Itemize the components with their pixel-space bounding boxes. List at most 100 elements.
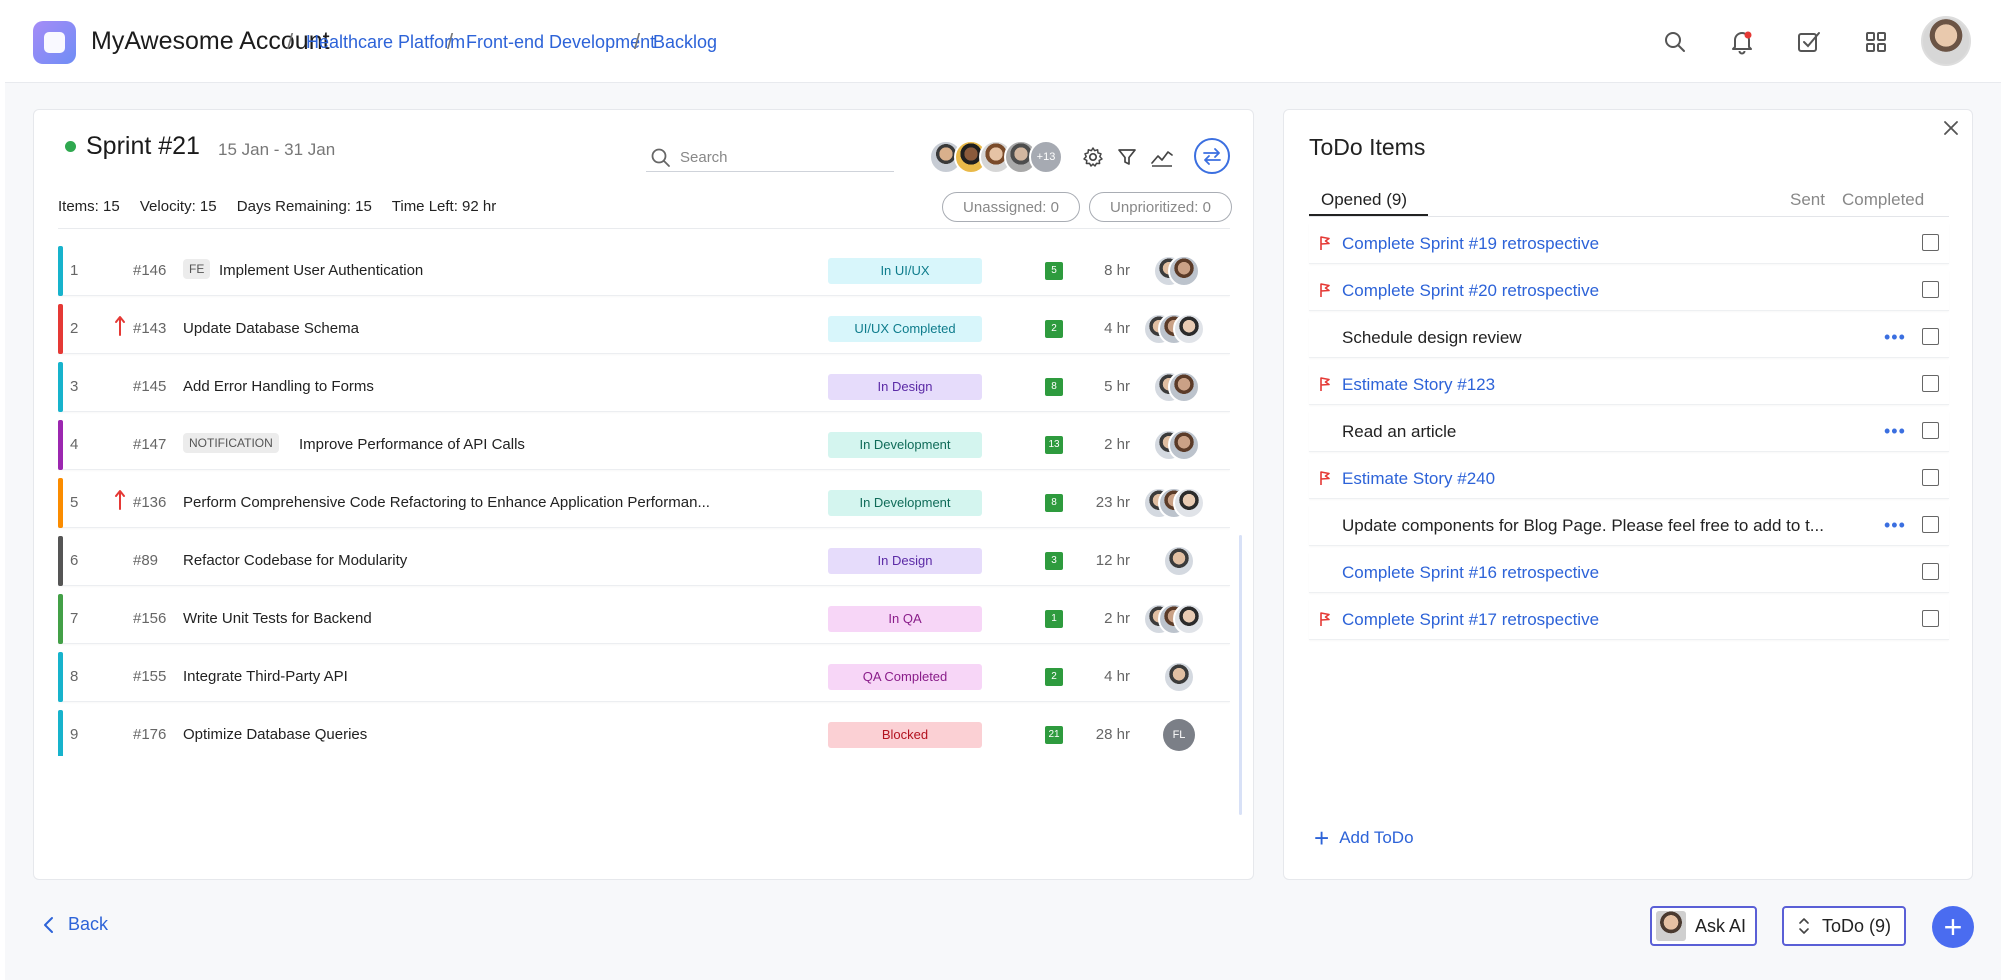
back-button[interactable]: Back [42, 914, 108, 935]
table-row[interactable]: 4 #147 NOTIFICATION Improve Performance of … [58, 420, 1230, 470]
breadcrumb-front-end-development[interactable]: Front-end Development [466, 32, 655, 53]
story-title[interactable]: Add Error Handling to Forms [183, 378, 374, 395]
unprioritized-filter[interactable]: Unprioritized: 0 [1089, 192, 1232, 222]
status-badge[interactable]: In Development [828, 432, 982, 458]
assignee-avatar[interactable] [1173, 603, 1205, 635]
breadcrumb-healthcare-platform[interactable]: Healthcare Platform [306, 32, 465, 53]
todo-complete-checkbox[interactable] [1922, 281, 1939, 298]
todo-complete-checkbox[interactable] [1922, 563, 1939, 580]
todo-item[interactable]: Read an article ••• [1309, 411, 1949, 452]
assignee-avatars[interactable] [1143, 661, 1223, 693]
account-name[interactable]: MyAwesome Account [91, 27, 330, 56]
todo-item-text[interactable]: Schedule design review [1342, 328, 1522, 348]
status-badge[interactable]: In Development [828, 490, 982, 516]
assignee-avatars[interactable] [1143, 545, 1223, 577]
table-row[interactable]: 1 #146 FE Implement User Authentication In U… [58, 246, 1230, 296]
todo-complete-checkbox[interactable] [1922, 516, 1939, 533]
assignee-avatars[interactable] [1143, 429, 1223, 461]
table-row[interactable]: 3 #145 Add Error Handling to Forms In Desig… [58, 362, 1230, 412]
status-badge[interactable]: UI/UX Completed [828, 316, 982, 342]
story-title[interactable]: Improve Performance of API Calls [299, 436, 525, 453]
todo-item-text[interactable]: Update components for Blog Page. Please … [1342, 516, 1824, 536]
todo-item[interactable]: Estimate Story #123 [1309, 364, 1949, 405]
todo-item[interactable]: Complete Sprint #20 retrospective [1309, 270, 1949, 311]
close-panel-button[interactable] [1939, 116, 1963, 140]
todo-item[interactable]: Estimate Story #240 [1309, 458, 1949, 499]
status-badge[interactable]: In Design [828, 374, 982, 400]
todo-complete-checkbox[interactable] [1922, 469, 1939, 486]
assignee-avatar[interactable] [1168, 371, 1200, 403]
status-badge[interactable]: Blocked [828, 722, 982, 748]
assignee-avatars[interactable] [1143, 371, 1223, 403]
story-id[interactable]: #146 [133, 262, 166, 279]
list-scrollbar[interactable] [1239, 535, 1242, 815]
todo-complete-checkbox[interactable] [1922, 610, 1939, 627]
todo-item-text[interactable]: Estimate Story #123 [1342, 375, 1495, 395]
story-title[interactable]: Write Unit Tests for Backend [183, 610, 372, 627]
status-badge[interactable]: In QA [828, 606, 982, 632]
story-title[interactable]: Implement User Authentication [219, 262, 423, 279]
todo-item[interactable]: Schedule design review ••• [1309, 317, 1949, 358]
todo-complete-checkbox[interactable] [1922, 422, 1939, 439]
story-title[interactable]: Optimize Database Queries [183, 726, 367, 743]
app-logo[interactable] [33, 21, 76, 64]
status-badge[interactable]: QA Completed [828, 664, 982, 690]
search-icon[interactable] [1659, 26, 1691, 58]
settings-gear-icon[interactable] [1080, 144, 1106, 170]
tab-opened[interactable]: Opened (9) [1321, 190, 1407, 210]
todo-item[interactable]: Complete Sprint #19 retrospective [1309, 223, 1949, 264]
add-fab-button[interactable]: + [1932, 906, 1974, 948]
ask-ai-button[interactable]: Ask AI [1650, 906, 1757, 946]
table-row[interactable]: 2 #143 Update Database Schema UI/UX Complet… [58, 304, 1230, 354]
assignee-avatars[interactable] [1143, 313, 1223, 345]
todo-item-text[interactable]: Complete Sprint #19 retrospective [1342, 234, 1599, 254]
todo-item-text[interactable]: Read an article [1342, 422, 1456, 442]
story-id[interactable]: #155 [133, 668, 166, 685]
story-title[interactable]: Refactor Codebase for Modularity [183, 552, 407, 569]
story-id[interactable]: #136 [133, 494, 166, 511]
table-row[interactable]: 5 #136 Perform Comprehensive Code Refactor… [58, 478, 1230, 528]
story-id[interactable]: #147 [133, 436, 166, 453]
table-row[interactable]: 9 #176 Optimize Database Queries Blocked 21 2… [58, 710, 1230, 756]
todo-item[interactable]: Complete Sprint #16 retrospective [1309, 552, 1949, 593]
story-id[interactable]: #176 [133, 726, 166, 743]
more-options-icon[interactable]: ••• [1884, 327, 1906, 348]
story-title[interactable]: Perform Comprehensive Code Refactoring t… [183, 494, 710, 511]
story-id[interactable]: #143 [133, 320, 166, 337]
more-members-badge[interactable]: +13 [1029, 140, 1063, 174]
tab-completed[interactable]: Completed [1842, 190, 1924, 210]
user-avatar[interactable] [1921, 16, 1971, 66]
assignee-avatar[interactable] [1163, 545, 1195, 577]
todo-item-text[interactable]: Complete Sprint #16 retrospective [1342, 563, 1599, 583]
assignee-initials-avatar[interactable]: FL [1163, 719, 1195, 751]
table-row[interactable]: 6 #89 Refactor Codebase for Modularity In D… [58, 536, 1230, 586]
more-options-icon[interactable]: ••• [1884, 421, 1906, 442]
assignee-avatars[interactable] [1143, 603, 1223, 635]
assignee-avatar[interactable] [1168, 429, 1200, 461]
todo-complete-checkbox[interactable] [1922, 234, 1939, 251]
swap-view-button[interactable] [1194, 138, 1230, 174]
notification-bell-icon[interactable] [1726, 26, 1758, 58]
status-badge[interactable]: In UI/UX [828, 258, 982, 284]
unassigned-filter[interactable]: Unassigned: 0 [942, 192, 1080, 222]
burndown-chart-icon[interactable] [1149, 144, 1175, 170]
tab-sent[interactable]: Sent [1790, 190, 1825, 210]
breadcrumb-backlog[interactable]: Backlog [653, 32, 717, 53]
assignee-avatar[interactable] [1173, 487, 1205, 519]
add-todo-button[interactable]: + Add ToDo [1314, 825, 1414, 851]
status-badge[interactable]: In Design [828, 548, 982, 574]
story-id[interactable]: #156 [133, 610, 166, 627]
todo-item[interactable]: Complete Sprint #17 retrospective [1309, 599, 1949, 640]
search-input[interactable] [680, 149, 880, 166]
todo-item[interactable]: Update components for Blog Page. Please … [1309, 505, 1949, 546]
story-title[interactable]: Integrate Third-Party API [183, 668, 348, 685]
assignee-avatars[interactable]: FL [1143, 719, 1223, 751]
todo-complete-checkbox[interactable] [1922, 375, 1939, 392]
table-row[interactable]: 7 #156 Write Unit Tests for Backend In QA 1 2… [58, 594, 1230, 644]
apps-grid-icon[interactable] [1860, 26, 1892, 58]
story-id[interactable]: #89 [133, 552, 158, 569]
more-options-icon[interactable]: ••• [1884, 515, 1906, 536]
story-title[interactable]: Update Database Schema [183, 320, 359, 337]
story-id[interactable]: #145 [133, 378, 166, 395]
filter-funnel-icon[interactable] [1114, 144, 1140, 170]
